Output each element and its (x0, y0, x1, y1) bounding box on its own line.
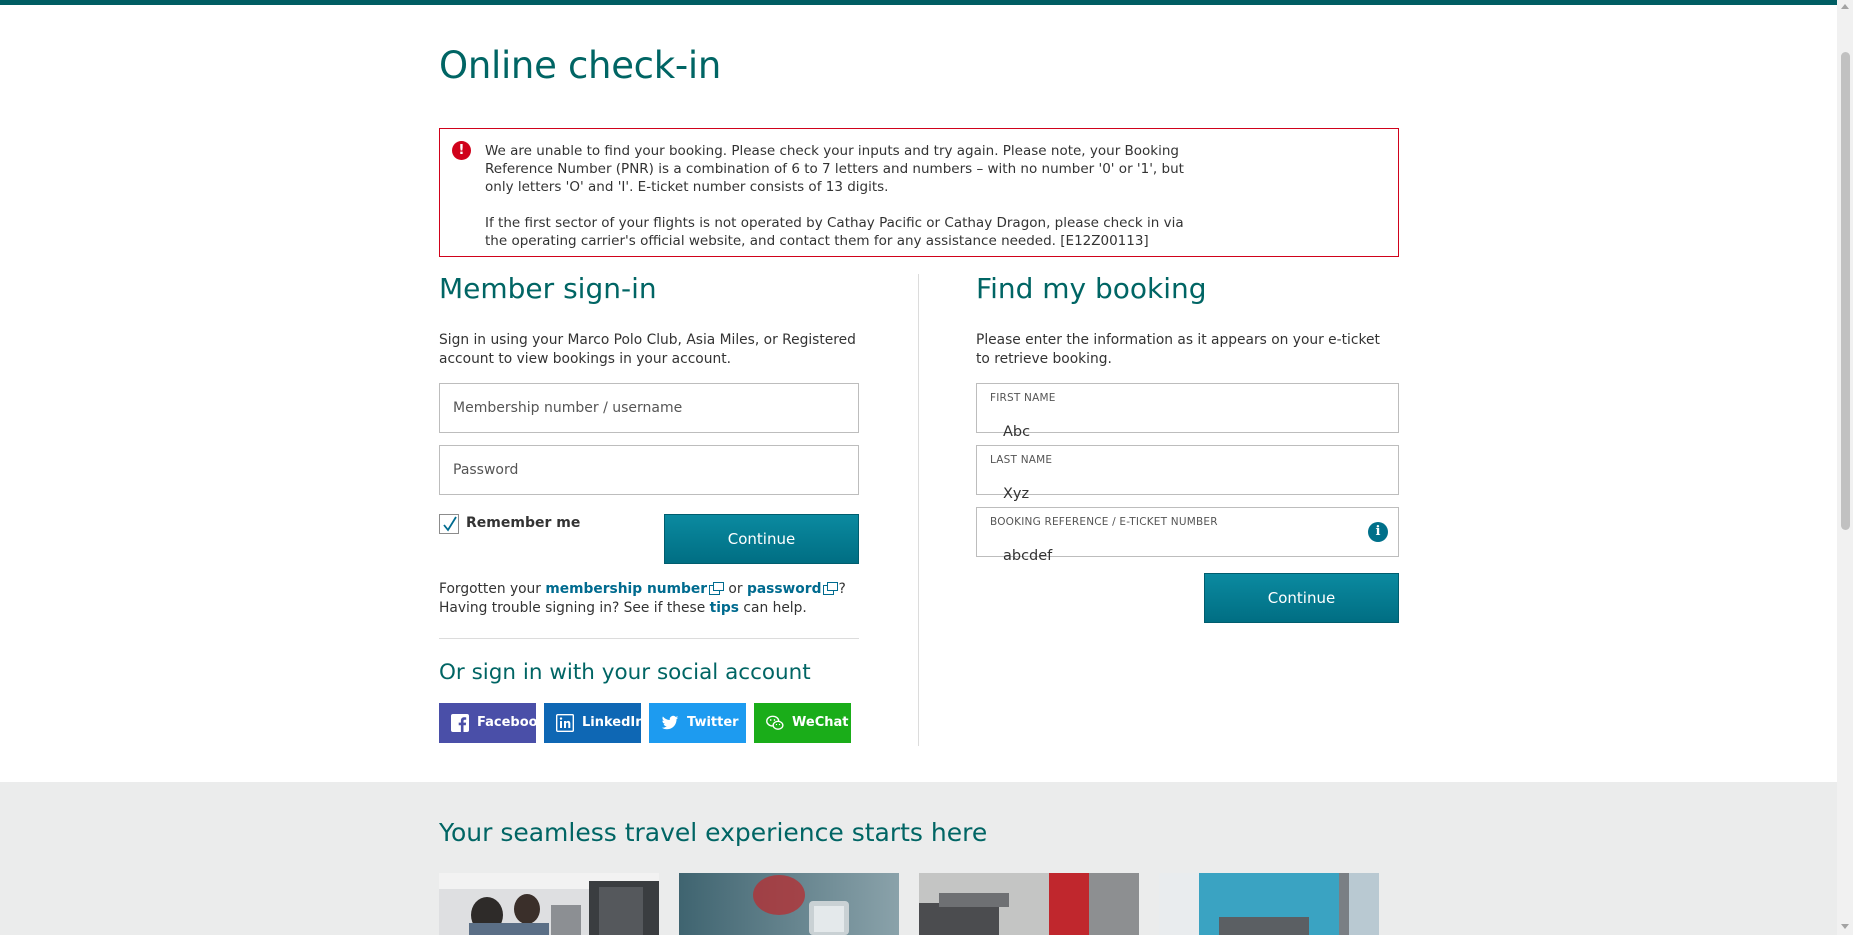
scroll-up-arrow-icon[interactable] (1841, 4, 1849, 9)
signin-help-text: Forgotten your membership number or pass… (439, 581, 846, 616)
last-name-field[interactable]: LAST NAME (976, 445, 1399, 518)
member-signin-intro: Sign in using your Marco Polo Club, Asia… (439, 332, 856, 367)
password-field[interactable] (439, 445, 859, 495)
remember-me-label[interactable]: Remember me (466, 515, 580, 531)
last-name-label: LAST NAME (990, 454, 1053, 466)
promo-title: Your seamless travel experience starts h… (439, 818, 988, 847)
facebook-label: Facebook (477, 715, 547, 730)
page-scrollbar[interactable] (1837, 0, 1853, 935)
column-divider (918, 274, 919, 746)
member-continue-button[interactable]: Continue (664, 514, 859, 564)
exclamation-icon: ! (452, 141, 471, 160)
facebook-signin-button[interactable]: Facebook (439, 703, 546, 743)
booking-reference-field[interactable]: BOOKING REFERENCE / E-TICKET NUMBER i (976, 507, 1399, 580)
page-title: Online check-in (439, 44, 722, 87)
forgot-membership-number-link[interactable]: membership number (545, 581, 725, 597)
linkedin-icon (556, 714, 574, 732)
booking-reference-label: BOOKING REFERENCE / E-TICKET NUMBER (990, 516, 1218, 528)
external-link-icon (823, 582, 839, 595)
twitter-icon (661, 715, 679, 730)
find-booking-intro: Please enter the information as it appea… (976, 332, 1380, 367)
find-booking-title: Find my booking (976, 272, 1207, 305)
forgot-password-link[interactable]: password (747, 581, 839, 597)
twitter-signin-button[interactable]: Twitter (649, 703, 746, 743)
facebook-icon (451, 714, 469, 732)
external-link-icon (709, 582, 725, 595)
error-text-secondary: If the first sector of your flights is n… (485, 215, 1184, 249)
wechat-signin-button[interactable]: WeChat (754, 703, 851, 743)
linkedin-label: LinkedIn (582, 715, 645, 730)
first-name-label: FIRST NAME (990, 392, 1056, 404)
promo-image-airport[interactable] (919, 873, 1139, 935)
membership-username-field[interactable] (439, 383, 859, 433)
twitter-label: Twitter (687, 715, 739, 730)
info-icon[interactable]: i (1368, 522, 1388, 542)
booking-continue-button[interactable]: Continue (1204, 573, 1399, 623)
membership-username-input[interactable] (440, 384, 858, 432)
wechat-label: WeChat (792, 715, 849, 730)
password-input[interactable] (440, 446, 858, 494)
promo-image-laptop[interactable] (1159, 873, 1379, 935)
social-signin-title: Or sign in with your social account (439, 660, 811, 685)
wechat-icon (766, 715, 784, 730)
checkmark-icon (443, 516, 457, 532)
tips-link[interactable]: tips (710, 600, 739, 616)
section-divider (439, 638, 859, 639)
remember-me-checkbox[interactable] (439, 514, 459, 534)
promo-image-cabin[interactable] (439, 873, 659, 935)
scrollbar-thumb[interactable] (1841, 52, 1850, 530)
member-signin-title: Member sign-in (439, 272, 657, 305)
top-accent-bar (0, 0, 1837, 5)
error-message-box: ! We are unable to find your booking. Pl… (439, 128, 1399, 257)
promo-image-mobile[interactable] (679, 873, 899, 935)
first-name-field[interactable]: FIRST NAME (976, 383, 1399, 456)
scroll-down-arrow-icon[interactable] (1841, 924, 1849, 929)
linkedin-signin-button[interactable]: LinkedIn (544, 703, 645, 743)
error-text-primary: We are unable to find your booking. Plea… (485, 143, 1184, 195)
